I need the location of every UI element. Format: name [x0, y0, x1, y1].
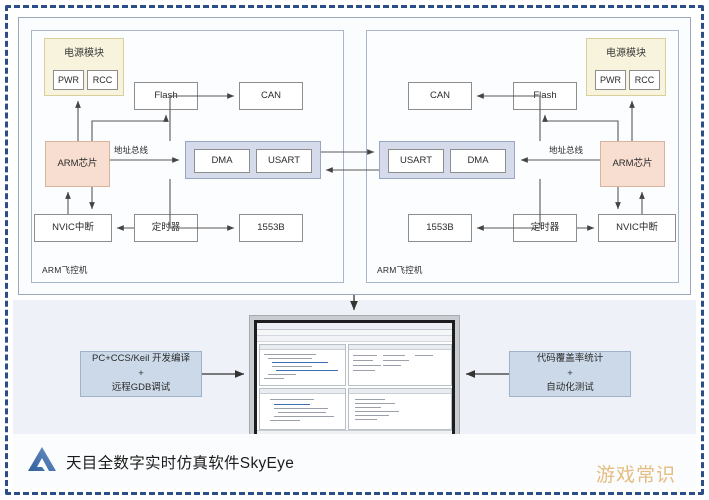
right-1553b-node: 1553B — [408, 214, 472, 242]
right-flash-node: Flash — [513, 82, 577, 110]
left-1553b-node: 1553B — [239, 214, 303, 242]
test-tool-line2: + — [567, 367, 573, 379]
dev-tool-line3: 远程GDB调试 — [111, 382, 171, 394]
test-tool-line3: 自动化测试 — [546, 382, 594, 394]
monitor-screen — [254, 320, 455, 438]
ide-pane-code-header — [260, 345, 345, 350]
brand-title: 天目全数字实时仿真软件SkyEye — [66, 454, 295, 472]
left-rcc-chip: RCC — [87, 70, 118, 90]
right-arm-chip-node: ARM芯片 — [600, 141, 665, 187]
dev-tool-line2: + — [138, 367, 144, 379]
test-tool-line1: 代码覆盖率统计 — [536, 352, 604, 364]
ide-pane-registers-header — [349, 345, 451, 350]
right-address-bus-label: 地址总线 — [549, 145, 584, 155]
simulation-monitor — [249, 315, 460, 443]
left-peripheral-group: DMA USART — [185, 141, 321, 179]
left-can-node: CAN — [239, 82, 303, 110]
right-timer-node: 定时器 — [513, 214, 577, 242]
skyeye-triangle-logo-icon — [27, 446, 57, 477]
right-panel-caption: ARM飞控机 — [377, 265, 423, 275]
right-usart-node: USART — [388, 149, 444, 173]
right-power-module-label: 电源模块 — [606, 48, 646, 59]
coverage-test-tool-box: 代码覆盖率统计 + 自动化测试 — [509, 351, 631, 397]
left-timer-node: 定时器 — [134, 214, 198, 242]
left-dma-node: DMA — [194, 149, 250, 173]
left-flash-node: Flash — [134, 82, 198, 110]
brand-lockup: 天目全数字实时仿真软件SkyEye — [27, 446, 294, 477]
ide-toolbar — [257, 336, 452, 342]
ide-pane-registers — [348, 344, 452, 386]
ide-pane-variables-header — [349, 389, 451, 394]
left-pwr-chip: PWR — [53, 70, 84, 90]
ide-pane-editor — [259, 388, 346, 430]
right-pwr-chip: PWR — [595, 70, 626, 90]
ide-screenshot — [257, 323, 452, 435]
ide-pane-variables — [348, 388, 452, 430]
right-rcc-chip: RCC — [629, 70, 660, 90]
left-panel-caption: ARM飞控机 — [42, 265, 88, 275]
right-dma-node: DMA — [450, 149, 506, 173]
right-can-node: CAN — [408, 82, 472, 110]
left-usart-node: USART — [256, 149, 312, 173]
right-nvic-node: NVIC中断 — [598, 214, 676, 242]
dev-tool-line1: PC+CCS/Keil 开发编译 — [92, 352, 190, 364]
left-arm-chip-node: ARM芯片 — [45, 141, 110, 187]
right-power-module: 电源模块 PWR RCC — [586, 38, 666, 96]
left-address-bus-label: 地址总线 — [114, 145, 149, 155]
dev-compile-tool-box: PC+CCS/Keil 开发编译 + 远程GDB调试 — [80, 351, 202, 397]
ide-pane-editor-header — [260, 389, 345, 394]
left-power-module: 电源模块 PWR RCC — [44, 38, 124, 96]
ide-titlebar — [257, 323, 452, 330]
site-watermark: 游戏常识 — [596, 464, 677, 486]
diagram-root: ARM飞控机 ARM飞控机 电源模块 PWR RCC Flash CAN ARM… — [0, 0, 709, 500]
right-peripheral-group: USART DMA — [379, 141, 515, 179]
ide-pane-code — [259, 344, 346, 386]
left-nvic-node: NVIC中断 — [34, 214, 112, 242]
left-power-module-label: 电源模块 — [64, 48, 104, 59]
